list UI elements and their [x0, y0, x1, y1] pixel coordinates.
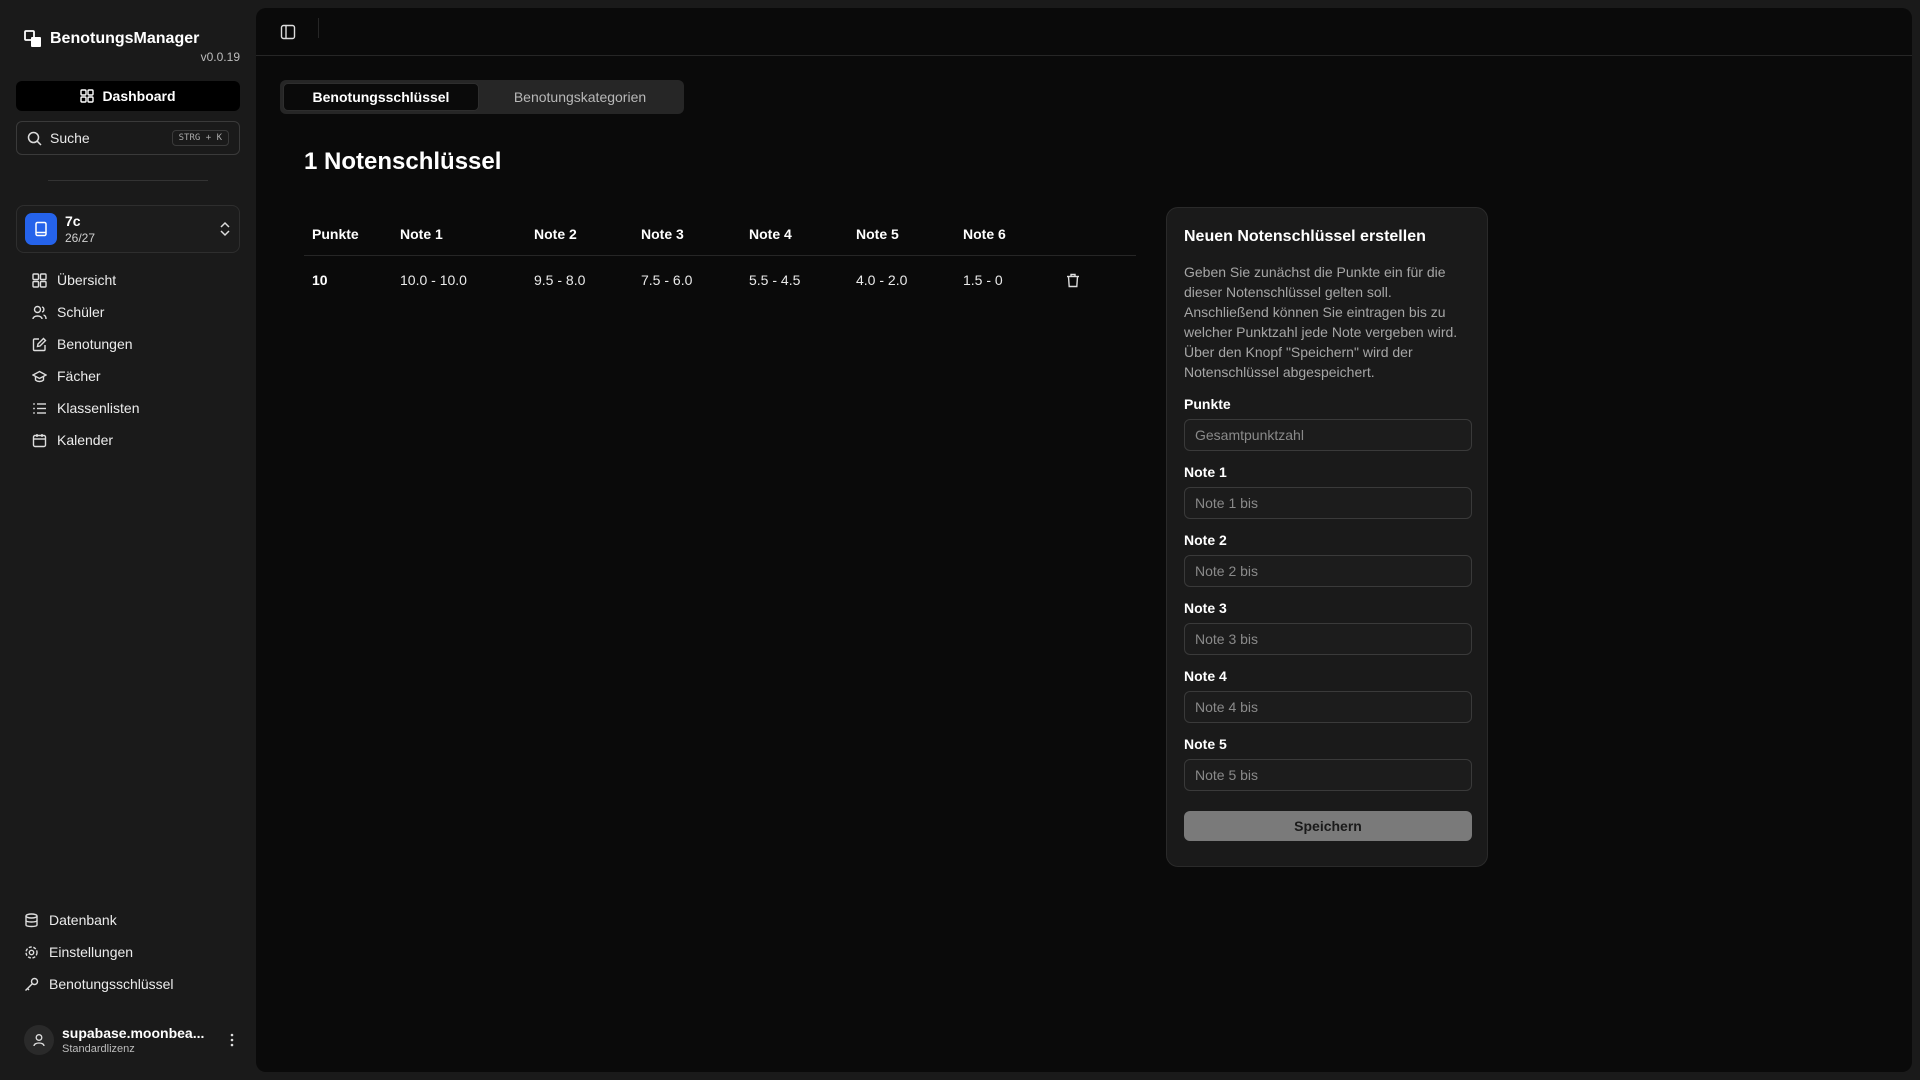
field-label-note-1: Note 1	[1184, 464, 1227, 480]
sidebar-item-label: Einstellungen	[49, 944, 134, 960]
sidebar: BenotungsManager v0.0.19 Dashboard Suche…	[0, 0, 256, 1080]
column-header: Note 5	[856, 225, 899, 242]
column-header: Note 6	[963, 225, 1006, 242]
more-vertical-icon[interactable]	[230, 1033, 234, 1047]
top-bar	[256, 8, 1912, 56]
save-button[interactable]: Speichern	[1184, 811, 1472, 841]
sidebar-divider	[48, 180, 208, 181]
field-label-note-2: Note 2	[1184, 532, 1227, 548]
dashboard-button[interactable]: Dashboard	[16, 81, 240, 111]
field-label-note-4: Note 4	[1184, 668, 1227, 684]
edit-icon	[32, 337, 47, 351]
chevrons-up-down-icon	[220, 221, 230, 237]
note-3-input[interactable]	[1184, 623, 1472, 655]
table-cell: 4.0 - 2.0	[856, 272, 908, 288]
book-icon	[35, 221, 47, 237]
sidebar-item-benotungen[interactable]: Benotungen	[24, 328, 240, 360]
topbar-separator	[318, 18, 319, 38]
search-shortcut: STRG + K	[171, 130, 229, 146]
calendar-icon	[32, 433, 47, 447]
page-title: 1 Notenschlüssel	[304, 148, 502, 175]
sidebar-item-uebersicht[interactable]: Übersicht	[24, 264, 240, 296]
punkte-input[interactable]	[1184, 419, 1472, 451]
field-label-note-3: Note 3	[1184, 600, 1227, 616]
class-switcher[interactable]: 7c 26/27	[16, 205, 240, 253]
search-icon	[27, 131, 42, 146]
users-icon	[32, 305, 47, 319]
field-label-punkte: Punkte	[1184, 396, 1231, 412]
dashboard-icon	[80, 89, 95, 103]
search-label: Suche	[50, 130, 90, 146]
sidebar-item-label: Datenbank	[49, 912, 117, 928]
tab-list: Benotungsschlüssel Benotungskategorien	[280, 80, 684, 114]
table-cell: 7.5 - 6.0	[641, 272, 693, 288]
app-version: v0.0.19	[200, 50, 240, 64]
dashboard-label: Dashboard	[102, 88, 176, 104]
column-header: Punkte	[312, 225, 359, 242]
sidebar-item-label: Schüler	[57, 304, 105, 320]
form-description: Geben Sie zunächst die Punkte ein für di…	[1184, 264, 1458, 380]
sidebar-item-label: Fächer	[57, 368, 101, 384]
user-name: supabase.moonbea...	[62, 1025, 205, 1041]
app-name: BenotungsManager	[50, 30, 200, 47]
class-badge	[25, 213, 57, 245]
note-1-input[interactable]	[1184, 487, 1472, 519]
user-menu[interactable]: supabase.moonbea... Standardlizenz	[16, 1022, 240, 1058]
sidebar-item-kalender[interactable]: Kalender	[24, 424, 240, 456]
user-icon	[33, 1034, 45, 1047]
trash-icon	[1067, 273, 1079, 287]
key-icon	[25, 977, 39, 991]
sidebar-item-faecher[interactable]: Fächer	[24, 360, 240, 392]
field-label-note-5: Note 5	[1184, 736, 1227, 752]
note-2-input[interactable]	[1184, 555, 1472, 587]
grading-key-table: Punkte Note 1 Note 2 Note 3 Note 4 Note …	[304, 212, 1136, 304]
form-title: Neuen Notenschlüssel erstellen	[1184, 228, 1426, 245]
sidebar-item-klassenlisten[interactable]: Klassenlisten	[24, 392, 240, 424]
class-name: 7c	[65, 213, 81, 229]
table-cell: 9.5 - 8.0	[534, 272, 586, 288]
sidebar-item-benotungsschluessel[interactable]: Benotungsschlüssel	[16, 968, 240, 1000]
app-logo-icon	[24, 30, 41, 47]
column-header: Note 2	[534, 225, 577, 242]
grid-icon	[32, 272, 47, 288]
avatar	[24, 1025, 54, 1055]
sidebar-item-schueler[interactable]: Schüler	[24, 296, 240, 328]
tab-benotungsschluessel[interactable]: Benotungsschlüssel	[283, 83, 479, 111]
table-header: Punkte Note 1 Note 2 Note 3 Note 4 Note …	[304, 212, 1136, 256]
column-header: Note 1	[400, 225, 443, 242]
list-icon	[33, 402, 46, 414]
sidebar-item-label: Benotungen	[57, 336, 133, 352]
column-header: Note 3	[641, 225, 684, 242]
sidebar-nav: Übersicht Schüler Benotungen Fächer Klas…	[24, 264, 240, 456]
table-cell: 5.5 - 4.5	[749, 272, 801, 288]
sidebar-bottom-nav: Datenbank Einstellungen Benotungsschlüss…	[16, 904, 240, 1000]
sidebar-item-label: Kalender	[57, 432, 114, 448]
search-button[interactable]: Suche STRG + K	[16, 121, 240, 155]
note-5-input[interactable]	[1184, 759, 1472, 791]
main-panel: Benotungsschlüssel Benotungskategorien 1…	[256, 8, 1912, 1072]
sidebar-item-einstellungen[interactable]: Einstellungen	[16, 936, 240, 968]
create-key-form: Neuen Notenschlüssel erstellen Geben Sie…	[1166, 207, 1488, 867]
brand[interactable]: BenotungsManager	[24, 30, 199, 48]
table-cell: 10.0 - 10.0	[400, 272, 467, 288]
table-cell: 10	[312, 272, 328, 288]
sidebar-toggle-icon[interactable]	[280, 24, 296, 40]
sidebar-item-datenbank[interactable]: Datenbank	[16, 904, 240, 936]
gear-icon	[25, 945, 38, 959]
sidebar-item-label: Benotungsschlüssel	[49, 976, 174, 992]
sidebar-item-label: Übersicht	[57, 272, 117, 288]
sidebar-item-label: Klassenlisten	[57, 400, 140, 416]
table-cell: 1.5 - 0	[963, 272, 1003, 288]
user-license: Standardlizenz	[62, 1043, 135, 1055]
class-count: 26/27	[65, 231, 96, 245]
table-row: 10 10.0 - 10.0 9.5 - 8.0 7.5 - 6.0 5.5 -…	[304, 256, 1136, 304]
column-header: Note 4	[749, 225, 792, 242]
tab-benotungskategorien[interactable]: Benotungskategorien	[479, 83, 681, 111]
note-4-input[interactable]	[1184, 691, 1472, 723]
graduation-cap-icon	[32, 370, 47, 382]
database-icon	[25, 912, 38, 927]
delete-button[interactable]	[1066, 273, 1136, 288]
